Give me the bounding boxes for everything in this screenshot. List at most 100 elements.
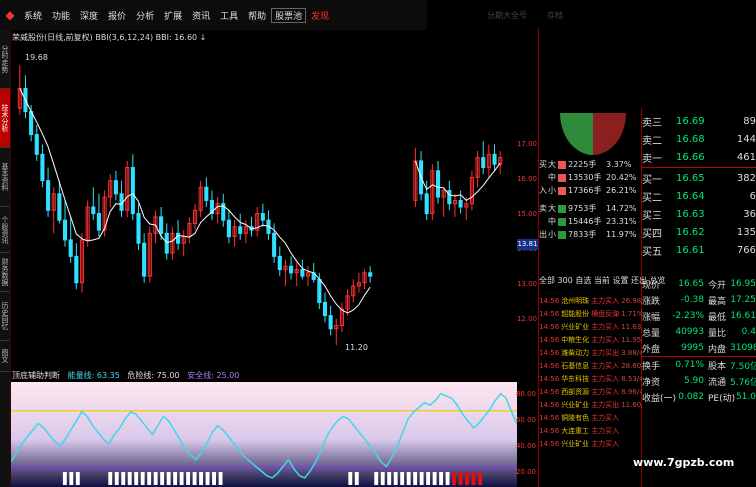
- flow-percent: 23.31%: [606, 217, 637, 226]
- quote-value-2: 17.25: [730, 295, 756, 305]
- quote-value-2: 0.4: [741, 327, 756, 337]
- quote-stats: 现价 16.65 今开 16.95 涨跌 -0.38 最高 17.25 涨幅 -2.23% 最低 16…: [642, 276, 756, 405]
- flow-row: 中 15446手 23.31%: [539, 215, 642, 228]
- flow-footer[interactable]: 全部 300 自选 当前 设置 还出 总览: [539, 275, 666, 286]
- menu-item-analysis[interactable]: 分析: [131, 9, 159, 22]
- trade-action: 主力买入: [591, 362, 620, 370]
- bottom-signal-mark-red: [471, 472, 476, 485]
- menu-item-stock-pool[interactable]: 股票池: [271, 7, 307, 23]
- bottom-signal-mark: [140, 472, 145, 485]
- bottom-signal-mark: [380, 472, 385, 485]
- bottom-signal-mark: [419, 472, 424, 485]
- buy-price: 16.64: [676, 190, 705, 202]
- left-tab-technical[interactable]: 技术分析: [0, 89, 10, 148]
- trade-row[interactable]: 14:56兴业矿业主力买出11.60/7410: [539, 400, 642, 413]
- bottom-signal-mark: [445, 472, 450, 485]
- trade-row[interactable]: 14:56潍柴动力主力买出3.88/4470: [539, 348, 642, 361]
- quote-value-2: 31098: [730, 343, 756, 353]
- flow-side: 买: [539, 160, 547, 169]
- bottom-signal-mark: [153, 472, 158, 485]
- candle-body: [300, 269, 305, 277]
- menu-item-function[interactable]: 功能: [47, 9, 75, 22]
- osc-tick: 80.00: [515, 390, 536, 398]
- trade-action: 主力买入: [591, 323, 620, 331]
- flow-row: 卖大 9753手 14.72%: [539, 202, 642, 215]
- trade-row[interactable]: 14:56中粮生化主力买入11.95/3753: [539, 335, 642, 348]
- trade-stock: 华东科技: [561, 375, 590, 383]
- candlestick-chart[interactable]: 19.68 11.20: [11, 44, 517, 370]
- energy-line-label: 能量线: 63.35: [67, 371, 120, 380]
- candle-body: [272, 232, 277, 257]
- trade-action: 主力买出: [591, 401, 620, 409]
- trade-row[interactable]: 14:56 铜陵有色 主力买入: [539, 413, 642, 426]
- trade-action: 主力买入: [591, 297, 620, 305]
- buy-level: 买一: [642, 174, 662, 186]
- oscillator-chart[interactable]: [11, 382, 517, 487]
- order-book-divider: [642, 167, 756, 168]
- trade-row[interactable]: 14:56 大连重工 主力买入: [539, 426, 642, 439]
- flow-row: 入小 17366手 26.21%: [539, 184, 642, 197]
- order-book-buy-row: 买五 16.61 766: [642, 241, 756, 259]
- bottom-signal-mark: [205, 472, 210, 485]
- trade-row[interactable]: 14:56沧州明珠主力买入26.98/2154: [539, 296, 642, 309]
- menu-item-tools[interactable]: 工具: [215, 9, 243, 22]
- menu-item-discover[interactable]: 发现: [306, 9, 334, 22]
- candle-body: [317, 278, 322, 303]
- candle-body: [238, 226, 243, 234]
- left-tab-fundamentals[interactable]: 基本资料: [0, 148, 10, 207]
- bottom-signal-mark: [387, 472, 392, 485]
- trade-row[interactable]: 14:56西部资源主力买入8.96/4000: [539, 387, 642, 400]
- trade-row[interactable]: 14:56 兴业矿业 主力买入: [539, 439, 642, 452]
- left-tab-news[interactable]: 个股资讯: [0, 207, 10, 253]
- bottom-signal-mark: [406, 472, 411, 485]
- buy-volume: 36: [743, 208, 756, 220]
- trade-stock: 西部资源: [561, 388, 590, 396]
- candle-body: [159, 216, 164, 234]
- candle-body: [424, 193, 429, 215]
- left-tab-history[interactable]: 历史回忆: [0, 292, 10, 341]
- trade-row[interactable]: 14:56华东科技主力买入8.53/4015: [539, 374, 642, 387]
- buy-volume: 766: [736, 244, 756, 256]
- trade-row[interactable]: 14:56 韶能股份 横盘反弹 1.71%: [539, 309, 642, 322]
- trade-time: 14:56: [539, 362, 560, 370]
- quote-key: 现价: [642, 280, 661, 291]
- bottom-signal-mark: [134, 472, 139, 485]
- trade-stock: 石基信息: [561, 362, 590, 370]
- flow-color-swatch: [558, 217, 566, 226]
- candle-body: [435, 170, 441, 198]
- sell-volume: 144: [736, 133, 756, 145]
- flow-row: 出小 7833手 11.97%: [539, 228, 642, 241]
- left-tab-graphic[interactable]: 图文: [0, 341, 10, 372]
- candle-body: [91, 206, 96, 215]
- menu-item-system[interactable]: 系统: [19, 9, 47, 22]
- oscillator-background: [11, 382, 517, 487]
- menu-item-news[interactable]: 资讯: [187, 9, 215, 22]
- candle-body: [492, 153, 497, 165]
- oscillator-title: 顶底辅助判断: [12, 371, 60, 380]
- flow-color-swatch: [558, 173, 566, 182]
- bottom-signal-mark-red: [465, 472, 469, 485]
- trade-row[interactable]: 14:56兴业矿业主力买入11.63/4051: [539, 322, 642, 335]
- left-tab-financial[interactable]: 财务数据: [0, 253, 10, 292]
- trade-time: 14:56: [539, 375, 560, 383]
- trade-row[interactable]: 14:56石基信息主力买入28.60/5768: [539, 361, 642, 374]
- order-book-sell-row: 卖二 16.68 144: [642, 130, 756, 148]
- app-logo-icon: ◆: [5, 8, 15, 22]
- flow-percent: 3.37%: [606, 160, 632, 169]
- menu-item-quote[interactable]: 报价: [103, 9, 131, 22]
- trade-action: 主力买入: [591, 336, 620, 344]
- quote-row: 换手 0.71% 股本 7.50亿: [642, 357, 756, 373]
- flow-size: 大: [548, 160, 556, 169]
- flow-size: 小: [548, 230, 556, 239]
- sell-price: 16.66: [676, 151, 705, 163]
- order-book: 卖三 16.69 89 卖二 16.68 144 卖一 16.66 461 买一 16.65 382 买…: [642, 112, 756, 259]
- bottom-signal-mark: [432, 472, 437, 485]
- flow-percent: 20.42%: [606, 173, 637, 182]
- trade-stock: 铜陵有色: [561, 414, 590, 422]
- oscillator-axis: 80.00 60.00 40.00 20.00: [515, 382, 538, 487]
- menu-item-extend[interactable]: 扩展: [159, 9, 187, 22]
- bottom-signal-mark: [348, 472, 353, 485]
- left-tab-intraday[interactable]: 分时走势: [0, 30, 10, 89]
- menu-item-help[interactable]: 帮助: [243, 9, 271, 22]
- menu-item-depth[interactable]: 深度: [75, 9, 103, 22]
